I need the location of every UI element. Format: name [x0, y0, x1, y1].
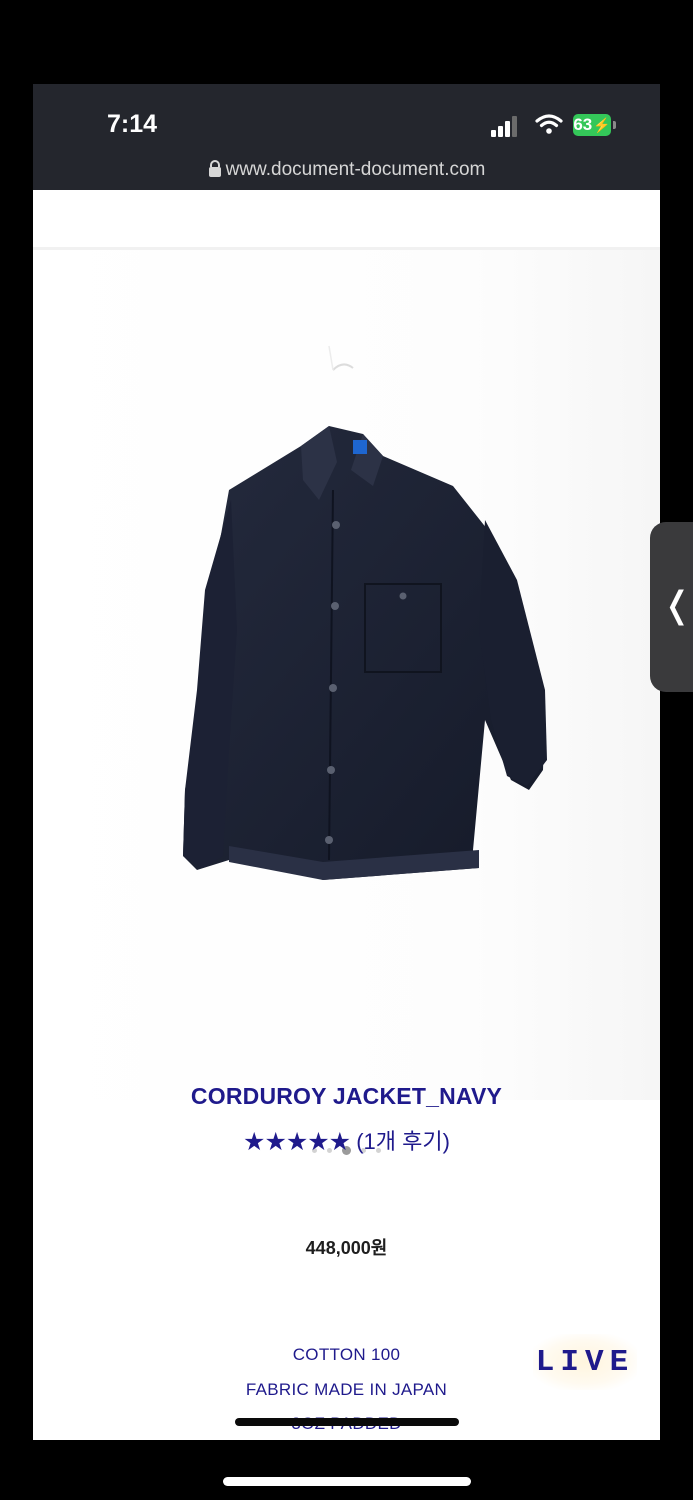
product-rating[interactable]: ★★★★★ (1개 후기) [33, 1124, 660, 1157]
wifi-icon [535, 114, 563, 134]
live-button[interactable]: LIVE [533, 1334, 637, 1390]
browser-status-bar: 7:14 63 ⚡ www.document-document.com [33, 84, 660, 190]
star-rating-icon: ★★★★★ [243, 1128, 351, 1156]
product-price: 448,000원 [305, 1238, 388, 1258]
battery-percent: 63 [573, 115, 593, 134]
lock-icon [208, 160, 221, 177]
battery-nub [613, 121, 616, 129]
phone-screen: 7:14 63 ⚡ www.document-document.com CORD… [33, 84, 660, 1440]
product-photo-jacket [183, 345, 547, 880]
status-time: 7:14 [107, 110, 158, 138]
battery-indicator: 63 ⚡ [573, 114, 611, 136]
chevron-left-icon[interactable]: ❬ [662, 585, 692, 626]
home-indicator-outer[interactable] [223, 1477, 471, 1486]
home-indicator-inner [235, 1418, 459, 1426]
charging-bolt-icon: ⚡ [593, 116, 611, 133]
address-bar[interactable]: www.document-document.com [33, 159, 660, 181]
review-count[interactable]: (1개 후기) [356, 1129, 450, 1154]
url-text: www.document-document.com [225, 159, 486, 180]
product-title: CORDUROY JACKET_NAVY [190, 1083, 503, 1109]
live-label: LIVE [535, 1344, 635, 1380]
product-image-carousel[interactable] [33, 250, 660, 1156]
cellular-signal-icon [491, 116, 517, 137]
